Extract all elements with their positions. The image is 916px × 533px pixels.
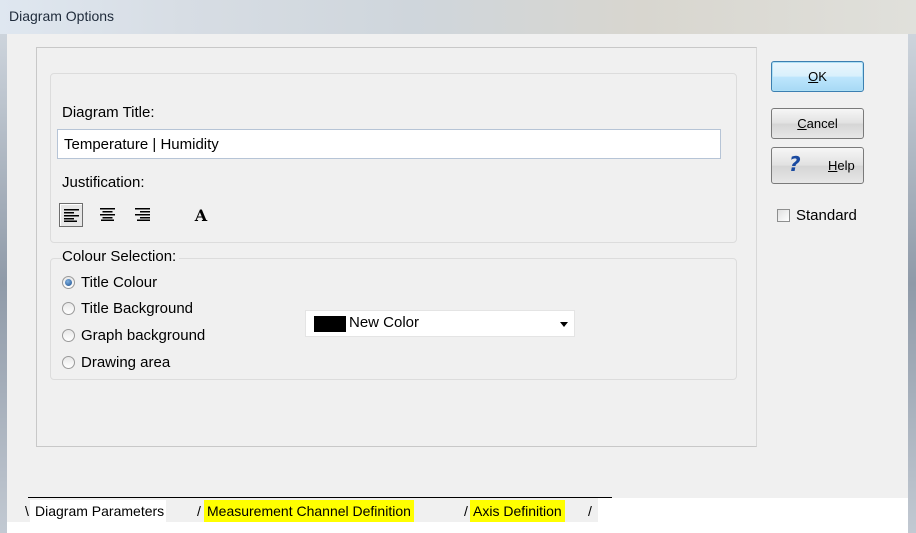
radio-checked-icon	[62, 276, 75, 289]
help-icon: ?	[789, 152, 801, 176]
diagram-title-label: Diagram Title:	[62, 104, 155, 121]
ok-button[interactable]: OK	[771, 61, 864, 92]
align-right-button[interactable]	[131, 203, 155, 227]
radio-unchecked-icon	[62, 302, 75, 315]
tab-diagram-parameters[interactable]: Diagram Parameters	[30, 500, 167, 522]
cancel-button[interactable]: Cancel	[771, 108, 864, 139]
align-left-icon	[64, 209, 79, 222]
help-button[interactable]: ? Help	[771, 147, 864, 184]
tab-axis-definition[interactable]: Axis Definition	[470, 500, 565, 522]
standard-checkbox-label: Standard	[796, 207, 857, 224]
color-swatch	[314, 316, 346, 332]
diagram-title-input[interactable]	[57, 129, 721, 159]
tab-separator: /	[197, 503, 201, 519]
colour-selection-label: Colour Selection:	[62, 248, 180, 265]
help-button-label: Help	[828, 158, 855, 173]
radio-unchecked-icon	[62, 356, 75, 369]
color-dropdown[interactable]: New Color	[305, 310, 575, 337]
radio-label: Drawing area	[81, 354, 171, 371]
tab-measurement-channel-definition[interactable]: Measurement Channel Definition	[204, 500, 414, 522]
radio-label: Graph background	[81, 327, 206, 344]
font-icon[interactable]: A	[191, 206, 211, 226]
standard-checkbox[interactable]: Standard	[777, 207, 857, 224]
window-frame-right	[908, 34, 916, 533]
tab-strip-bottom	[7, 522, 908, 533]
align-left-button[interactable]	[59, 203, 83, 227]
dialog-window: Diagram Options Diagram Title: Justifica…	[0, 0, 916, 533]
checkbox-icon	[777, 209, 790, 222]
window-frame-left	[0, 34, 7, 533]
justification-label: Justification:	[62, 174, 145, 191]
ok-button-label: OK	[808, 69, 827, 84]
tab-separator: \	[25, 503, 29, 519]
radio-title-colour[interactable]: Title Colour	[62, 274, 157, 291]
tab-separator: /	[464, 503, 468, 519]
chevron-down-icon	[560, 322, 568, 327]
radio-label: Title Background	[81, 300, 194, 317]
tab-strip-blank	[598, 498, 908, 522]
cancel-button-label: Cancel	[797, 116, 838, 131]
radio-title-background[interactable]: Title Background	[62, 300, 193, 317]
radio-drawing-area[interactable]: Drawing area	[62, 354, 170, 371]
window-title: Diagram Options	[9, 8, 115, 24]
align-right-icon	[135, 208, 150, 221]
title-bar[interactable]: Diagram Options	[0, 0, 916, 34]
radio-graph-background[interactable]: Graph background	[62, 327, 205, 344]
align-center-button[interactable]	[96, 203, 120, 227]
radio-label: Title Colour	[81, 274, 158, 291]
tab-separator: /	[588, 503, 592, 519]
tab-strip-line	[28, 497, 612, 498]
color-dropdown-value: New Color	[349, 314, 420, 331]
align-center-icon	[100, 208, 115, 221]
radio-unchecked-icon	[62, 329, 75, 342]
